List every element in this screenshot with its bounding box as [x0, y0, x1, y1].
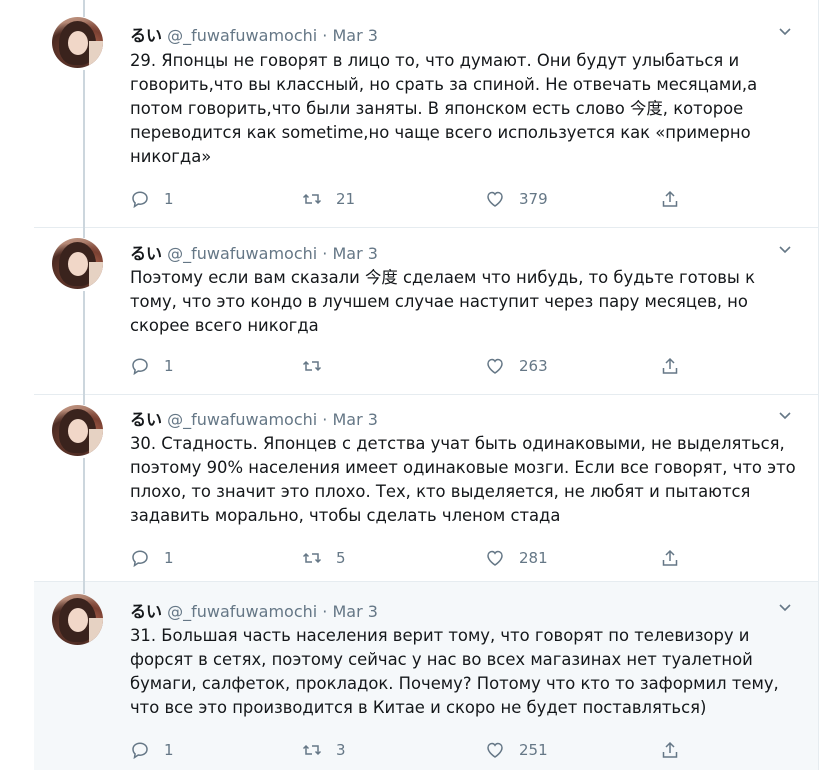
retweet-button[interactable]: 5 — [302, 547, 346, 569]
tweet-header: るい @_fuwafuwamochi · Mar 3 — [130, 598, 378, 622]
like-button[interactable]: 263 — [485, 355, 548, 377]
tweet-header: るい @_fuwafuwamochi · Mar 3 — [130, 22, 378, 46]
tweet-actions: 1 3 251 — [130, 739, 710, 761]
user-handle[interactable]: @_fuwafuwamochi — [167, 244, 317, 263]
chevron-down-icon[interactable] — [778, 600, 792, 614]
like-button[interactable]: 281 — [485, 547, 548, 569]
thread-connector — [83, 70, 85, 238]
share-icon — [662, 357, 678, 374]
share-icon — [662, 741, 678, 758]
share-button[interactable] — [660, 547, 680, 569]
thread-connector — [83, 291, 85, 405]
reply-count: 1 — [164, 741, 174, 759]
retweet-count: 3 — [336, 741, 346, 759]
reply-button[interactable]: 1 — [130, 547, 174, 569]
retweet-icon — [302, 552, 322, 564]
like-icon — [487, 742, 503, 758]
display-name[interactable]: るい — [130, 410, 162, 429]
tweet-thread: るい @_fuwafuwamochi · Mar 3 29. Японцы не… — [0, 0, 825, 770]
separator: · — [322, 602, 328, 621]
share-icon — [662, 190, 678, 207]
tweet-text: 29. Японцы не говорят в лицо то, что дум… — [130, 51, 758, 166]
reply-icon — [132, 191, 148, 209]
tweet-actions: 1 21 379 — [130, 188, 710, 210]
reply-count: 1 — [164, 190, 174, 208]
avatar[interactable] — [52, 17, 103, 68]
retweet-icon — [302, 193, 322, 205]
share-button[interactable] — [660, 739, 680, 761]
thread-connector — [83, 0, 85, 17]
display-name[interactable]: るい — [130, 26, 162, 45]
reply-button[interactable]: 1 — [130, 739, 174, 761]
user-handle[interactable]: @_fuwafuwamochi — [167, 602, 317, 621]
timeline-border — [818, 0, 819, 770]
avatar[interactable] — [52, 594, 103, 645]
tweet-text: Поэтому если вам сказали 今度 сделаем что … — [130, 268, 755, 335]
separator: · — [322, 410, 328, 429]
reply-count: 1 — [164, 357, 174, 375]
retweet-button[interactable]: 3 — [302, 739, 346, 761]
retweet-icon — [302, 744, 322, 756]
like-icon — [487, 191, 503, 207]
separator: · — [322, 26, 328, 45]
tweet-date[interactable]: Mar 3 — [332, 26, 377, 45]
share-button[interactable] — [660, 188, 680, 210]
like-count: 263 — [519, 357, 548, 375]
like-button[interactable]: 379 — [485, 188, 548, 210]
separator: · — [322, 244, 328, 263]
reply-count: 1 — [164, 549, 174, 567]
tweet-actions: 1 5 281 — [130, 547, 710, 569]
display-name[interactable]: るい — [130, 244, 162, 263]
tweet-text: 30. Стадность. Японцев с детства учат бы… — [130, 434, 796, 525]
chevron-down-icon[interactable] — [778, 408, 792, 422]
tweet-text: 31. Большая часть населения верит тому, … — [130, 626, 779, 717]
retweet-count: 21 — [336, 190, 356, 208]
display-name[interactable]: るい — [130, 602, 162, 621]
like-count: 379 — [519, 190, 548, 208]
user-handle[interactable]: @_fuwafuwamochi — [167, 410, 317, 429]
chevron-down-icon[interactable] — [778, 24, 792, 38]
page-margin — [0, 0, 30, 770]
user-handle[interactable]: @_fuwafuwamochi — [167, 26, 317, 45]
like-count: 251 — [519, 741, 548, 759]
tweet-date[interactable]: Mar 3 — [332, 244, 377, 263]
share-icon — [662, 549, 678, 566]
tweet-actions: 1 263 — [130, 355, 710, 377]
like-button[interactable]: 251 — [485, 739, 548, 761]
retweet-icon — [302, 360, 322, 372]
tweet[interactable]: るい @_fuwafuwamochi · Mar 3 29. Японцы не… — [34, 0, 818, 227]
retweet-button[interactable]: 21 — [302, 188, 355, 210]
tweet[interactable]: るい @_fuwafuwamochi · Mar 3 30. Стадность… — [34, 395, 818, 581]
avatar[interactable] — [52, 405, 103, 456]
reply-icon — [132, 550, 148, 568]
thread-connector — [83, 458, 85, 594]
reply-button[interactable]: 1 — [130, 355, 174, 377]
tweet[interactable]: るい @_fuwafuwamochi · Mar 3 Поэтому если … — [34, 228, 818, 394]
reply-button[interactable]: 1 — [130, 188, 174, 210]
tweet-header: るい @_fuwafuwamochi · Mar 3 — [130, 406, 378, 430]
like-icon — [487, 550, 503, 566]
tweet-date[interactable]: Mar 3 — [332, 602, 377, 621]
retweet-button[interactable] — [302, 355, 336, 377]
tweet-focused[interactable]: るい @_fuwafuwamochi · Mar 3 31. Большая ч… — [34, 582, 818, 770]
chevron-down-icon[interactable] — [778, 242, 792, 256]
reply-icon — [132, 358, 148, 376]
reply-icon — [132, 742, 148, 760]
like-icon — [487, 358, 503, 374]
like-count: 281 — [519, 549, 548, 567]
avatar[interactable] — [52, 238, 103, 289]
tweet-date[interactable]: Mar 3 — [332, 410, 377, 429]
tweet-header: るい @_fuwafuwamochi · Mar 3 — [130, 240, 378, 264]
share-button[interactable] — [660, 355, 680, 377]
retweet-count: 5 — [336, 549, 346, 567]
